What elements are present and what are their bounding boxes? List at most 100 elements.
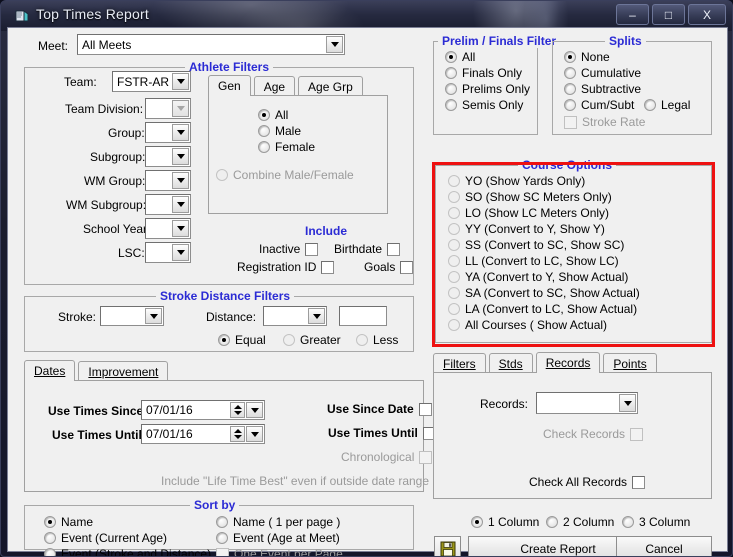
- chevron-down-icon[interactable]: [308, 308, 325, 324]
- chevron-down-icon[interactable]: [172, 148, 189, 165]
- compare-radio-greater[interactable]: Greater: [283, 333, 341, 347]
- pf-radio-semis-only[interactable]: Semis Only: [445, 98, 523, 112]
- sort-radio-event-current-age[interactable]: Event (Current Age): [44, 531, 167, 545]
- chevron-down-icon[interactable]: [145, 308, 162, 324]
- course-radio-lo[interactable]: LO (Show LC Meters Only): [448, 206, 609, 220]
- cancel-button[interactable]: Cancel: [616, 536, 712, 556]
- course-radio-all-courses[interactable]: All Courses ( Show Actual): [448, 318, 607, 332]
- checkbox-icon[interactable]: [418, 402, 432, 416]
- radio-dot-icon: [448, 255, 460, 267]
- calendar-dropdown-icon[interactable]: [246, 426, 263, 442]
- tab-stds[interactable]: Stds: [488, 353, 533, 373]
- use-times-until-spinner[interactable]: 07/01/16: [141, 424, 265, 444]
- right-tabstrip[interactable]: Filters Stds Records Points: [433, 352, 660, 373]
- pf-radio-all[interactable]: All: [445, 50, 475, 64]
- spinner-up-down-icon[interactable]: [230, 426, 245, 442]
- gender-tabstrip[interactable]: Gen Age Age Grp: [208, 75, 366, 96]
- gender-radio-all[interactable]: All: [258, 108, 288, 122]
- use-times-until-check[interactable]: Use Times Until: [328, 426, 436, 440]
- spinner-up-down-icon[interactable]: [230, 402, 245, 418]
- include-registration-id[interactable]: Registration ID: [237, 260, 335, 274]
- chevron-down-icon[interactable]: [172, 220, 189, 237]
- chevron-down-icon[interactable]: [326, 36, 343, 53]
- tab-dates[interactable]: Dates: [24, 360, 76, 381]
- chevron-down-icon[interactable]: [172, 196, 189, 213]
- checkbox-icon[interactable]: [321, 260, 335, 274]
- splits-radio-subtractive[interactable]: Subtractive: [564, 82, 641, 96]
- tab-age[interactable]: Age: [253, 76, 296, 96]
- chevron-down-icon[interactable]: [172, 124, 189, 141]
- team-combo[interactable]: FSTR-AR: [112, 71, 191, 92]
- close-button[interactable]: X: [688, 4, 726, 25]
- team-division-combo[interactable]: [145, 98, 191, 119]
- records-combo[interactable]: [536, 392, 638, 414]
- use-since-date-check[interactable]: Use Since Date: [327, 402, 432, 416]
- chevron-down-icon[interactable]: [172, 172, 189, 189]
- school-year-combo[interactable]: [145, 218, 191, 239]
- subgroup-combo[interactable]: [145, 146, 191, 167]
- use-since-date-label: Use Since Date: [327, 402, 414, 416]
- course-radio-ss[interactable]: SS (Convert to SC, Show SC): [448, 238, 624, 252]
- sort-radio-event-stroke-distance[interactable]: Event (Stroke and Distance): [44, 547, 211, 556]
- athlete-filters-caption: Athlete Filters: [185, 60, 274, 74]
- compare-radio-equal[interactable]: Equal: [218, 333, 266, 347]
- pf-radio-prelims-only[interactable]: Prelims Only: [445, 82, 530, 96]
- save-settings-button[interactable]: [434, 536, 461, 556]
- checkbox-icon[interactable]: [400, 260, 414, 274]
- gender-radio-female[interactable]: Female: [258, 140, 315, 154]
- course-radio-yy[interactable]: YY (Convert to Y, Show Y): [448, 222, 605, 236]
- group-combo[interactable]: [145, 122, 191, 143]
- chevron-down-icon[interactable]: [619, 394, 636, 412]
- checkbox-icon[interactable]: [305, 242, 319, 256]
- chevron-down-icon[interactable]: [172, 100, 189, 117]
- radio-dot-icon: [283, 334, 295, 346]
- pf-radio-finals-only[interactable]: Finals Only: [445, 66, 522, 80]
- include-birthdate[interactable]: Birthdate: [334, 242, 401, 256]
- sort-radio-name-per-page[interactable]: Name ( 1 per page ): [216, 515, 340, 529]
- use-times-since-spinner[interactable]: 07/01/16: [141, 400, 265, 420]
- splits-radio-cumulative[interactable]: Cumulative: [564, 66, 641, 80]
- include-goals[interactable]: Goals: [364, 260, 414, 274]
- tab-gen[interactable]: Gen: [208, 75, 251, 96]
- course-radio-sa[interactable]: SA (Convert to SC, Show Actual): [448, 286, 640, 300]
- course-radio-la[interactable]: LA (Convert to LC, Show Actual): [448, 302, 637, 316]
- course-radio-lo-label: LO (Show LC Meters Only): [465, 206, 610, 220]
- chevron-down-icon[interactable]: [172, 73, 189, 90]
- tab-records[interactable]: Records: [535, 352, 601, 373]
- course-radio-yo[interactable]: YO (Show Yards Only): [448, 174, 585, 188]
- stroke-combo[interactable]: [100, 306, 164, 326]
- gender-radio-male[interactable]: Male: [258, 124, 301, 138]
- distance-text-input[interactable]: [339, 306, 387, 326]
- wm-subgroup-combo[interactable]: [145, 194, 191, 215]
- wm-group-combo[interactable]: [145, 170, 191, 191]
- maximize-button[interactable]: □: [652, 4, 685, 25]
- include-inactive[interactable]: Inactive: [259, 242, 319, 256]
- column-radio-1[interactable]: 1 Column: [471, 515, 539, 529]
- course-radio-ya[interactable]: YA (Convert to Y, Show Actual): [448, 270, 628, 284]
- check-all-records-row[interactable]: Check All Records: [529, 475, 646, 489]
- course-radio-so[interactable]: SO (Show SC Meters Only): [448, 190, 612, 204]
- checkbox-icon[interactable]: [632, 475, 646, 489]
- calendar-dropdown-icon[interactable]: [246, 402, 263, 418]
- meet-combo[interactable]: All Meets: [77, 34, 345, 55]
- tab-points[interactable]: Points: [603, 353, 657, 373]
- minimize-button[interactable]: –: [616, 4, 649, 25]
- checkbox-icon[interactable]: [387, 242, 401, 256]
- column-radio-2[interactable]: 2 Column: [546, 515, 614, 529]
- tab-age-grp[interactable]: Age Grp: [298, 76, 363, 96]
- column-radio-3[interactable]: 3 Column: [622, 515, 690, 529]
- stroke-rate-label: Stroke Rate: [582, 115, 646, 129]
- tab-filters[interactable]: Filters: [433, 353, 486, 373]
- sort-radio-name[interactable]: Name: [44, 515, 93, 529]
- splits-radio-legal[interactable]: Legal: [644, 98, 690, 112]
- splits-radio-cum-subt[interactable]: Cum/Subt: [564, 98, 634, 112]
- dates-tabstrip[interactable]: Dates Improvement: [24, 360, 171, 381]
- course-radio-ll[interactable]: LL (Convert to LC, Show LC): [448, 254, 619, 268]
- chevron-down-icon[interactable]: [172, 244, 189, 261]
- sort-radio-event-age-at-meet[interactable]: Event (Age at Meet): [216, 531, 340, 545]
- distance-combo[interactable]: [263, 306, 327, 326]
- tab-improvement[interactable]: Improvement: [78, 361, 169, 381]
- splits-radio-none[interactable]: None: [564, 50, 610, 64]
- lsc-combo[interactable]: [145, 242, 191, 263]
- compare-radio-less[interactable]: Less: [356, 333, 398, 347]
